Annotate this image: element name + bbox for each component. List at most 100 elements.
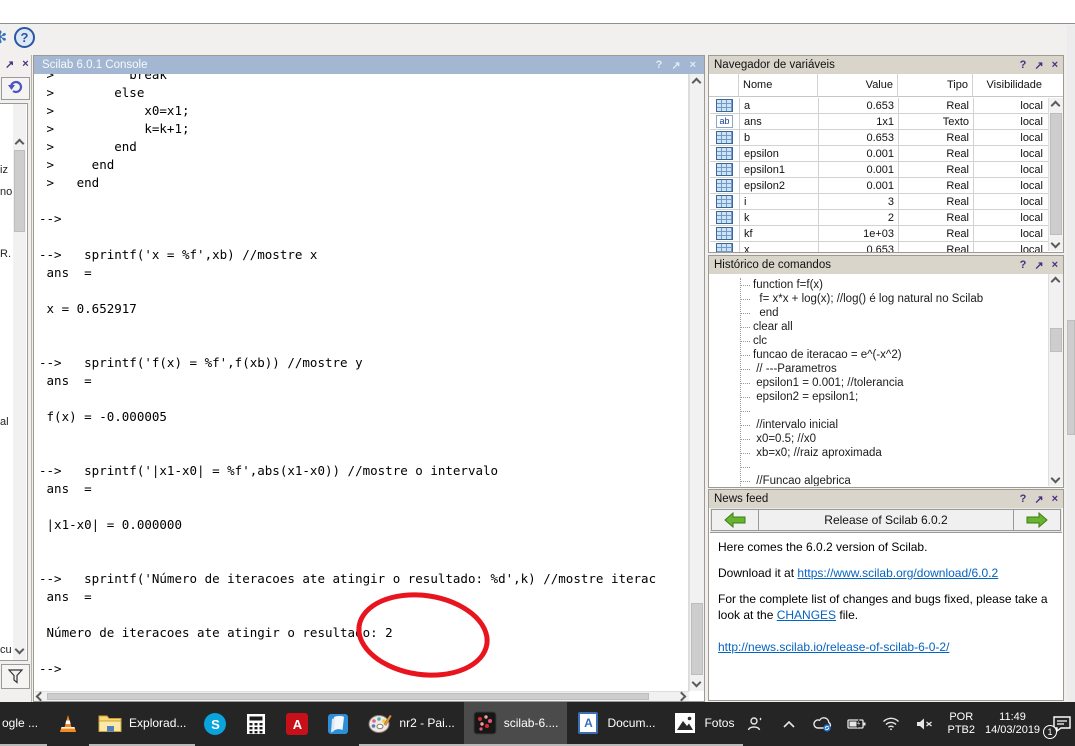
history-scrollbar[interactable] xyxy=(1048,274,1063,486)
history-entry[interactable]: end xyxy=(741,306,1047,320)
taskbar-window-explorer[interactable]: Explorad... xyxy=(89,702,195,746)
panel-titlebar[interactable]: Histórico de comandos ? ↗ × xyxy=(709,256,1063,274)
scroll-left-icon[interactable] xyxy=(36,692,46,702)
dock-titlebar[interactable]: ↗ × xyxy=(0,55,31,73)
close-icon[interactable]: × xyxy=(1052,59,1058,71)
help-icon[interactable]: ? xyxy=(1020,259,1027,271)
scrollbar-thumb[interactable] xyxy=(1067,320,1075,435)
panel-titlebar[interactable]: News feed ? ↗ × xyxy=(709,490,1063,508)
panel-titlebar[interactable]: Navegador de variáveis ? ↗ × xyxy=(709,56,1063,74)
scroll-up-icon[interactable] xyxy=(692,78,702,88)
changes-link[interactable]: CHANGES xyxy=(777,608,836,622)
taskbar-window-wordpad[interactable]: A Docum... xyxy=(567,702,664,746)
table-row[interactable]: epsilon 0.001 Real local xyxy=(710,146,1048,162)
taskbar-calculator-button[interactable] xyxy=(235,702,277,746)
notification-center-button[interactable]: 1 xyxy=(1050,712,1074,736)
chevron-up-icon[interactable] xyxy=(777,712,801,736)
scrollbar-thumb[interactable] xyxy=(691,603,703,675)
table-row[interactable]: x 0.653 Real local xyxy=(710,242,1048,252)
undock-icon[interactable]: ↗ xyxy=(5,58,14,71)
table-row[interactable]: epsilon1 0.001 Real local xyxy=(710,162,1048,178)
clock[interactable]: 11:49 14/03/2019 xyxy=(985,711,1040,737)
close-icon[interactable]: × xyxy=(1052,259,1058,271)
close-icon[interactable]: × xyxy=(22,58,28,70)
undock-icon[interactable]: ↗ xyxy=(1034,259,1043,272)
table-row[interactable]: a 0.653 Real local xyxy=(710,98,1048,114)
scroll-up-icon[interactable] xyxy=(15,139,25,149)
release-notes-link[interactable]: http://news.scilab.io/release-of-scilab-… xyxy=(718,640,949,654)
taskbar-skype-button[interactable]: S xyxy=(195,702,235,746)
scroll-down-icon[interactable] xyxy=(15,645,25,655)
help-icon[interactable]: ? xyxy=(1020,59,1027,71)
variables-scrollbar[interactable] xyxy=(1048,98,1063,251)
table-row[interactable]: kf 1e+03 Real local xyxy=(710,226,1048,242)
table-row[interactable]: epsilon2 0.001 Real local xyxy=(710,178,1048,194)
previous-article-button[interactable] xyxy=(711,509,759,531)
history-entry[interactable] xyxy=(741,404,1047,418)
taskbar-window-scilab[interactable]: scilab-6.... xyxy=(464,702,568,746)
help-icon[interactable]: ? xyxy=(656,59,663,71)
table-row[interactable]: ab ans 1x1 Texto local xyxy=(710,114,1048,130)
history-entry[interactable]: //Funcao algebrica xyxy=(741,474,1047,486)
undock-icon[interactable]: ↗ xyxy=(1034,493,1043,506)
refresh-button[interactable] xyxy=(1,77,30,100)
history-entry[interactable]: // ---Parametros xyxy=(741,362,1047,376)
taskbar-window-paint[interactable]: nr2 - Pai... xyxy=(359,702,463,746)
scrollbar-thumb[interactable] xyxy=(1050,328,1062,352)
background-window-scrollbar[interactable] xyxy=(1067,25,1075,702)
people-icon[interactable] xyxy=(743,712,767,736)
help-icon[interactable]: ? xyxy=(1020,493,1027,505)
taskbar-window-photos[interactable]: Fotos xyxy=(664,702,743,746)
console-vertical-scrollbar[interactable] xyxy=(689,74,704,691)
history-entry[interactable]: epsilon2 = epsilon1; xyxy=(741,390,1047,404)
dock-scrollbar[interactable] xyxy=(13,104,26,660)
taskbar-vlc-button[interactable] xyxy=(47,702,89,746)
dock-file-list[interactable]: iz no R. al cu xyxy=(0,103,28,661)
taskbar-journal-button[interactable] xyxy=(317,702,359,746)
battery-icon[interactable] xyxy=(845,712,869,736)
history-entry[interactable]: xb=x0; //raiz aproximada xyxy=(741,446,1047,460)
undock-icon[interactable]: ↗ xyxy=(671,59,680,72)
onedrive-sync-icon[interactable] xyxy=(811,712,835,736)
next-article-button[interactable] xyxy=(1013,509,1061,531)
close-icon[interactable]: × xyxy=(690,59,696,71)
table-row[interactable]: b 0.653 Real local xyxy=(710,130,1048,146)
history-entry[interactable]: funcao de iteracao = e^(-x^2) xyxy=(741,348,1047,362)
undock-icon[interactable]: ↗ xyxy=(1034,59,1043,72)
column-header[interactable]: Visibilidade xyxy=(973,74,1046,96)
history-entry[interactable]: //intervalo inicial xyxy=(741,418,1047,432)
console-horizontal-scrollbar[interactable] xyxy=(35,691,689,701)
scrollbar-thumb[interactable] xyxy=(47,693,649,700)
help-icon[interactable]: ? xyxy=(14,27,35,48)
table-row[interactable]: k 2 Real local xyxy=(710,210,1048,226)
scroll-up-icon[interactable] xyxy=(1051,101,1061,111)
taskbar-acrobat-button[interactable]: A xyxy=(277,702,317,746)
language-indicator[interactable]: POR PTB2 xyxy=(947,711,975,737)
settings-icon[interactable]: ✻ xyxy=(0,28,7,48)
scrollbar-thumb[interactable] xyxy=(14,150,25,232)
download-link[interactable]: https://www.scilab.org/download/6.0.2 xyxy=(797,566,998,580)
volume-muted-icon[interactable] xyxy=(913,712,937,736)
table-row[interactable]: i 3 Real local xyxy=(710,194,1048,210)
history-entry[interactable]: clear all xyxy=(741,320,1047,334)
history-entry[interactable]: f= x*x + log(x); //log() é log natural n… xyxy=(741,292,1047,306)
filter-button[interactable] xyxy=(1,664,30,689)
taskbar-window-browser[interactable]: ogle ... xyxy=(0,702,47,746)
close-icon[interactable]: × xyxy=(1052,493,1058,505)
column-header[interactable]: Value xyxy=(818,74,898,96)
history-entry[interactable]: clc xyxy=(741,334,1047,348)
scrollbar-thumb[interactable] xyxy=(1050,113,1062,235)
wifi-icon[interactable] xyxy=(879,712,903,736)
scroll-right-icon[interactable] xyxy=(677,692,687,702)
history-entry[interactable]: function f=f(x) xyxy=(741,278,1047,292)
history-entry[interactable]: x0=0.5; //x0 xyxy=(741,432,1047,446)
scroll-down-icon[interactable] xyxy=(1051,474,1061,484)
column-header[interactable]: Tipo xyxy=(898,74,973,96)
column-header[interactable]: Nome xyxy=(739,74,818,96)
history-entry[interactable] xyxy=(741,460,1047,474)
scroll-down-icon[interactable] xyxy=(1051,239,1061,249)
console-output-area[interactable]: > break > else > x0=x1; > k=k+1; > end >… xyxy=(35,74,689,691)
console-titlebar[interactable]: Scilab 6.0.1 Console ? ↗ × xyxy=(34,56,704,74)
history-entry[interactable]: epsilon1 = 0.001; //tolerancia xyxy=(741,376,1047,390)
scroll-down-icon[interactable] xyxy=(692,678,702,688)
